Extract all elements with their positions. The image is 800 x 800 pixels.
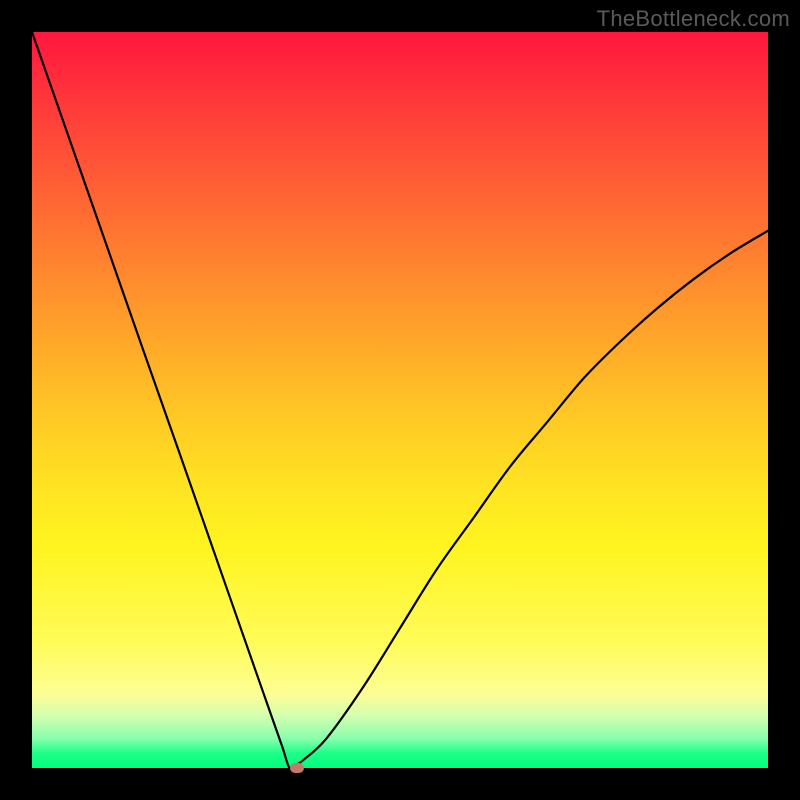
- curve-svg: [32, 32, 768, 768]
- minimum-marker: [290, 763, 304, 773]
- bottleneck-curve: [32, 32, 768, 768]
- bottleneck-chart: [32, 32, 768, 768]
- watermark: TheBottleneck.com: [597, 6, 790, 32]
